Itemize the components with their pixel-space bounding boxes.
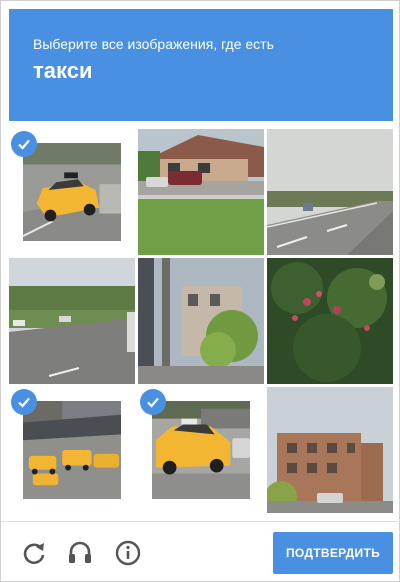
info-icon[interactable] <box>113 538 143 568</box>
instruction-text: Выберите все изображения, где есть <box>33 36 274 52</box>
target-keyword: такси <box>33 58 93 83</box>
tile-taxi-street-2[interactable] <box>138 387 264 513</box>
selected-check-icon <box>140 389 166 415</box>
audio-icon[interactable] <box>65 538 95 568</box>
bush-image <box>267 258 393 384</box>
tile-highway-2[interactable] <box>9 258 135 384</box>
tile-brick-building[interactable] <box>267 387 393 513</box>
tile-highway-1[interactable] <box>267 129 393 255</box>
verify-button[interactable]: ПОДТВЕРДИТЬ <box>273 532 393 574</box>
captcha-widget: Выберите все изображения, где есть такси <box>0 0 400 582</box>
house-image <box>138 129 264 255</box>
selected-check-icon <box>11 389 37 415</box>
taxi-image <box>23 401 121 499</box>
tile-flowering-bush[interactable] <box>267 258 393 384</box>
tile-street-building[interactable] <box>138 258 264 384</box>
image-grid <box>9 129 393 513</box>
taxi-image <box>23 143 121 241</box>
captcha-header: Выберите все изображения, где есть такси <box>9 9 393 121</box>
tile-taxi-parking-lot[interactable] <box>9 387 135 513</box>
selected-check-icon <box>11 131 37 157</box>
highway-image <box>267 129 393 255</box>
tile-taxi-street-1[interactable] <box>9 129 135 255</box>
tile-house-parking[interactable] <box>138 129 264 255</box>
taxi-image <box>152 401 250 499</box>
highway-image <box>9 258 135 384</box>
street-image <box>138 258 264 384</box>
building-image <box>267 387 393 513</box>
reload-icon[interactable] <box>19 538 49 568</box>
captcha-footer: ПОДТВЕРДИТЬ <box>1 522 400 582</box>
